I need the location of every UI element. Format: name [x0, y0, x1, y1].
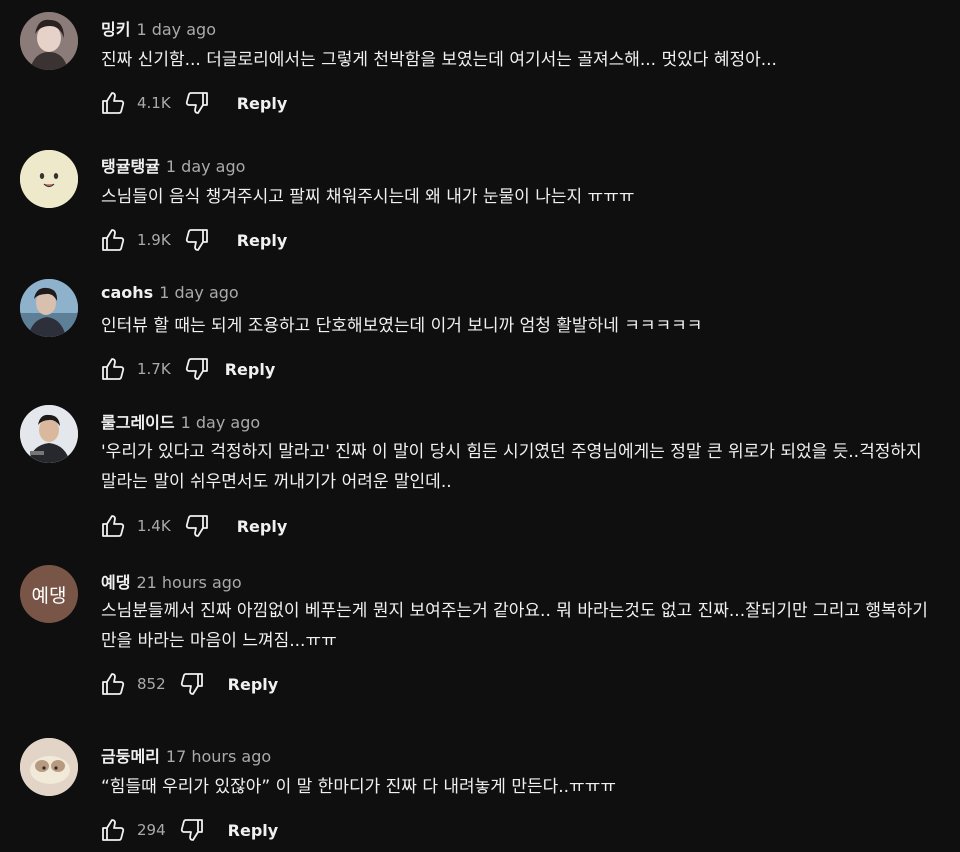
author-name[interactable]: 예댕	[101, 573, 130, 592]
avatar-initials: 예댕	[31, 584, 67, 607]
comment-text: 인터뷰 할 때는 되게 조용하고 단호해보였는데 이거 보니까 엄청 활발하네 …	[101, 316, 703, 336]
comment-header: caohs 1 day ago	[101, 283, 239, 302]
avatar[interactable]	[20, 738, 78, 796]
comment-actions: 294 Reply	[99, 815, 278, 845]
smiley-avatar-icon	[20, 150, 78, 208]
reply-button[interactable]: Reply	[237, 517, 288, 536]
like-icon[interactable]	[99, 226, 127, 254]
like-count: 852	[137, 675, 166, 693]
avatar-photo-icon	[20, 405, 78, 463]
like-icon[interactable]	[99, 816, 127, 844]
comment-actions: 1.7K Reply	[99, 354, 275, 384]
like-count: 1.4K	[137, 517, 171, 535]
comment-header: 룰그레이드 1 day ago	[101, 409, 260, 433]
dislike-icon[interactable]	[178, 816, 206, 844]
avatar[interactable]	[20, 405, 78, 463]
like-count: 294	[137, 821, 166, 839]
comment-actions: 4.1K Reply	[99, 88, 287, 118]
avatar-photo-icon	[20, 12, 78, 70]
avatar-photo-icon	[20, 738, 78, 796]
like-icon[interactable]	[99, 512, 127, 540]
author-name[interactable]: 밍키	[101, 20, 130, 39]
comment-text: 진짜 신기함... 더글로리에서는 그렇게 천박함을 보였는데 여기서는 골져스…	[101, 50, 777, 70]
comment-text: 스님들이 음식 챙겨주시고 팔찌 채워주시는데 왜 내가 눈물이 나는지 ㅠㅠㅠ	[101, 187, 635, 207]
comment-time[interactable]: 21 hours ago	[136, 573, 241, 592]
avatar[interactable]: 예댕	[20, 565, 78, 623]
comment-time[interactable]: 17 hours ago	[166, 747, 271, 766]
author-name[interactable]: 금둥메리	[101, 747, 160, 766]
author-name[interactable]: caohs	[101, 283, 153, 302]
like-count: 4.1K	[137, 94, 171, 112]
reply-button[interactable]: Reply	[228, 675, 279, 694]
comment-time[interactable]: 1 day ago	[166, 157, 246, 176]
like-icon[interactable]	[99, 355, 127, 383]
comment-header: 예댕 21 hours ago	[101, 569, 242, 593]
comment-actions: 852 Reply	[99, 669, 278, 699]
like-icon[interactable]	[99, 89, 127, 117]
comment-time[interactable]: 1 day ago	[159, 283, 239, 302]
reply-button[interactable]: Reply	[225, 360, 276, 379]
comment-actions: 1.9K Reply	[99, 225, 287, 255]
reply-button[interactable]: Reply	[228, 821, 279, 840]
comment-time[interactable]: 1 day ago	[181, 413, 261, 432]
reply-button[interactable]: Reply	[237, 94, 288, 113]
comment-header: 밍키 1 day ago	[101, 16, 216, 40]
comment-text: 스님분들께서 진짜 아낌없이 베푸는게 뭔지 보여주는거 같아요.. 뭐 바라는…	[101, 601, 928, 651]
comment-time[interactable]: 1 day ago	[136, 20, 216, 39]
avatar[interactable]	[20, 279, 78, 337]
comment-actions: 1.4K Reply	[99, 511, 287, 541]
author-name[interactable]: 룰그레이드	[101, 413, 175, 432]
dislike-icon[interactable]	[183, 89, 211, 117]
avatar-photo-icon	[20, 279, 78, 337]
dislike-icon[interactable]	[183, 355, 211, 383]
dislike-icon[interactable]	[178, 670, 206, 698]
dislike-icon[interactable]	[183, 226, 211, 254]
like-count: 1.9K	[137, 231, 171, 249]
comment-text: “힘들때 우리가 있잖아” 이 말 한마디가 진짜 다 내려놓게 만든다..ㅠㅠ…	[101, 777, 616, 797]
comment-text: '우리가 있다고 걱정하지 말라고' 진짜 이 말이 당시 힘든 시기였던 주영…	[101, 442, 922, 492]
reply-button[interactable]: Reply	[237, 231, 288, 250]
author-name[interactable]: 탱귤탱귤	[101, 157, 160, 176]
like-icon[interactable]	[99, 670, 127, 698]
dislike-icon[interactable]	[183, 512, 211, 540]
like-count: 1.7K	[137, 360, 171, 378]
comment-header: 탱귤탱귤 1 day ago	[101, 153, 245, 177]
comment-header: 금둥메리 17 hours ago	[101, 743, 271, 767]
avatar[interactable]	[20, 12, 78, 70]
avatar[interactable]	[20, 150, 78, 208]
